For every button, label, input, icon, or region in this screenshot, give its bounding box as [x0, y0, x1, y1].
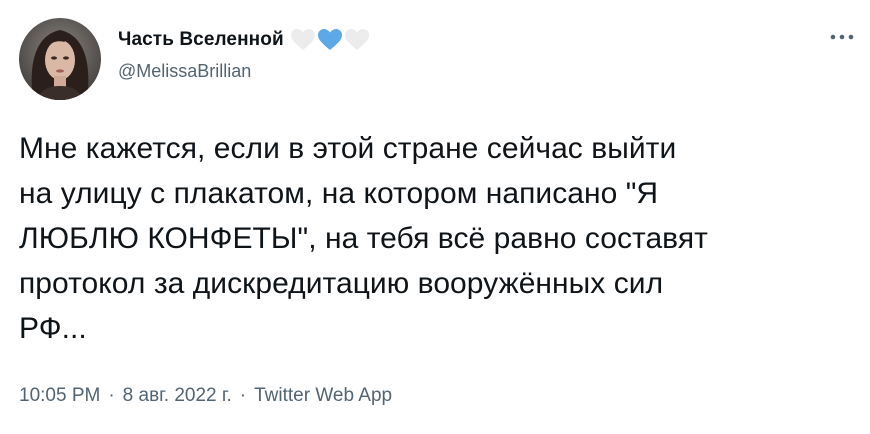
tweet-card: Часть Вселенной @MelissaBrillian Мне каж… — [0, 0, 870, 434]
tweet-text-line: РФ... — [19, 312, 87, 345]
more-options-icon[interactable] — [824, 22, 860, 52]
tweet-text-line: ЛЮБЛЮ КОНФЕТЫ", на тебя всё равно состав… — [19, 222, 708, 255]
tweet-date[interactable]: 8 авг. 2022 г. — [123, 385, 232, 407]
meta-separator: · — [108, 385, 115, 406]
author-handle[interactable]: @MelissaBrillian — [118, 61, 251, 82]
tweet-text-line: на улицу с плакатом, на котором написано… — [19, 177, 659, 210]
name-emoji — [290, 28, 371, 52]
blue-heart-icon — [317, 29, 342, 50]
white-heart-icon — [344, 29, 369, 50]
meta-separator: · — [239, 385, 247, 406]
tweet-text-line: Мне кажется, если в этой стране сейчас в… — [19, 132, 677, 165]
tweet-meta: 10:05 PM · 8 авг. 2022 г. · Twitter Web … — [19, 385, 392, 407]
white-heart-icon — [290, 29, 315, 50]
display-name[interactable]: Часть Вселенной — [118, 29, 284, 51]
tweet-time[interactable]: 10:05 PM — [19, 385, 100, 407]
author-name-row: Часть Вселенной — [118, 26, 371, 54]
tweet-text: Мне кажется, если в этой стране сейчас в… — [19, 126, 859, 351]
tweet-text-line: протокол за дискредитацию вооружённых си… — [19, 267, 664, 300]
avatar[interactable] — [19, 18, 101, 100]
tweet-source[interactable]: Twitter Web App — [254, 385, 392, 407]
